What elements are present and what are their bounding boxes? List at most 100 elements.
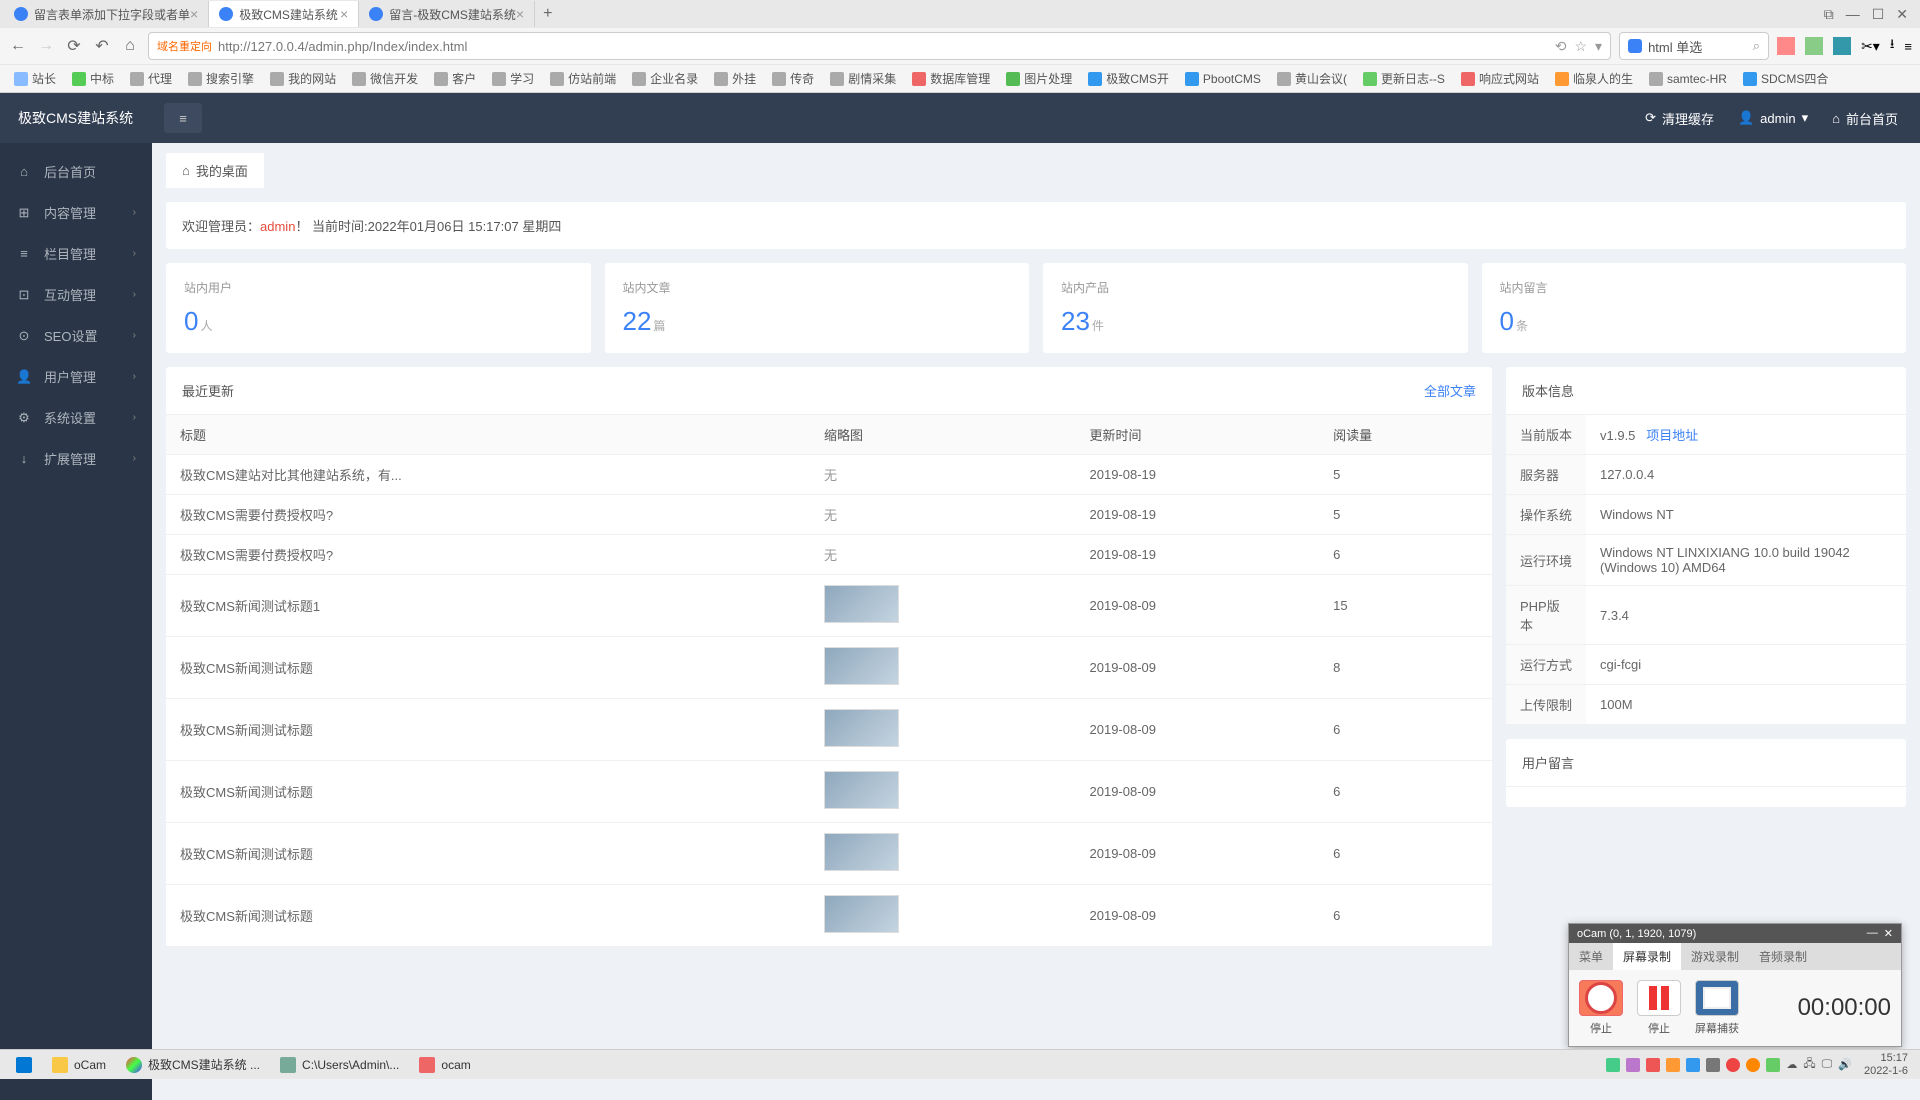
- bookmark-item[interactable]: 站长: [8, 70, 62, 87]
- tray-icon[interactable]: [1766, 1058, 1780, 1072]
- taskbar-item[interactable]: C:\Users\Admin\...: [270, 1052, 409, 1078]
- bookmark-item[interactable]: SDCMS四合: [1737, 70, 1834, 87]
- menu-icon[interactable]: ≡: [1904, 39, 1912, 54]
- close-icon[interactable]: ✕: [1884, 927, 1893, 940]
- cut-icon[interactable]: ✂▾: [1861, 38, 1880, 55]
- sidebar-item[interactable]: ⊡互动管理›: [0, 274, 152, 315]
- close-icon[interactable]: ×: [190, 6, 198, 22]
- table-row[interactable]: 极致CMS新闻测试标题2019-08-098: [166, 637, 1492, 699]
- back-button[interactable]: ←: [8, 37, 28, 55]
- bookmark-item[interactable]: 传奇: [766, 70, 820, 87]
- sidebar-item[interactable]: ⚙系统设置›: [0, 397, 152, 438]
- ocam-tab[interactable]: 菜单: [1569, 943, 1613, 970]
- minimize-icon[interactable]: —: [1867, 927, 1878, 940]
- tray-icon[interactable]: [1666, 1058, 1680, 1072]
- chevron-down-icon[interactable]: ▾: [1595, 38, 1602, 55]
- tray-icon[interactable]: [1726, 1058, 1740, 1072]
- bookmark-item[interactable]: 外挂: [708, 70, 762, 87]
- bookmark-item[interactable]: 临泉人的生: [1549, 70, 1639, 87]
- table-row[interactable]: 极致CMS新闻测试标题2019-08-096: [166, 761, 1492, 823]
- table-row[interactable]: 极致CMS新闻测试标题2019-08-096: [166, 699, 1492, 761]
- bookmark-item[interactable]: 中标: [66, 70, 120, 87]
- sidebar-item[interactable]: ⌂后台首页: [0, 151, 152, 192]
- bookmark-item[interactable]: 客户: [428, 70, 482, 87]
- star-icon[interactable]: ☆: [1574, 38, 1587, 55]
- bookmark-item[interactable]: 搜索引擎: [182, 70, 260, 87]
- new-tab-button[interactable]: +: [535, 5, 560, 23]
- translate-icon[interactable]: ⟲: [1555, 38, 1567, 55]
- home-button[interactable]: ⌂: [120, 37, 140, 55]
- admin-menu[interactable]: 👤admin▾: [1738, 110, 1808, 126]
- ocam-titlebar[interactable]: oCam (0, 1, 1920, 1079) —✕: [1569, 924, 1901, 943]
- sidebar-item[interactable]: 👤用户管理›: [0, 356, 152, 397]
- start-button[interactable]: [6, 1052, 42, 1078]
- page-tab-desktop[interactable]: ⌂我的桌面: [166, 153, 264, 188]
- network-icon[interactable]: 🖧: [1803, 1055, 1815, 1074]
- browser-tab[interactable]: 留言-极致CMS建站系统×: [359, 1, 535, 27]
- table-row[interactable]: 极致CMS需要付费授权吗?无2019-08-196: [166, 535, 1492, 575]
- tray-icon[interactable]: [1606, 1058, 1620, 1072]
- ocam-tab[interactable]: 音频录制: [1749, 943, 1817, 970]
- bookmark-item[interactable]: 微信开发: [346, 70, 424, 87]
- bookmark-item[interactable]: 剧情采集: [824, 70, 902, 87]
- ocam-pause-button[interactable]: 停止: [1637, 980, 1681, 1036]
- bookmark-item[interactable]: 响应式网站: [1455, 70, 1545, 87]
- table-row[interactable]: 极致CMS需要付费授权吗?无2019-08-195: [166, 495, 1492, 535]
- front-link[interactable]: ⌂前台首页: [1832, 109, 1898, 128]
- clock[interactable]: 15:17 2022-1-6: [1858, 1052, 1914, 1076]
- cloud-icon[interactable]: ☁: [1786, 1058, 1797, 1071]
- bookmark-item[interactable]: 代理: [124, 70, 178, 87]
- project-link[interactable]: 项目地址: [1646, 428, 1698, 443]
- battery-icon[interactable]: 🖵: [1822, 1058, 1833, 1071]
- url-bar[interactable]: 域名重定向 http://127.0.0.4/admin.php/Index/i…: [148, 32, 1611, 60]
- bookmark-item[interactable]: 我的网站: [264, 70, 342, 87]
- maximize-icon[interactable]: ☐: [1872, 6, 1885, 23]
- download-icon[interactable]: ⭳: [1890, 35, 1895, 57]
- bookmark-item[interactable]: 仿站前端: [544, 70, 622, 87]
- tray-icon[interactable]: [1686, 1058, 1700, 1072]
- bookmark-item[interactable]: PbootCMS: [1179, 72, 1267, 86]
- undo-button[interactable]: ↶: [92, 36, 112, 56]
- ocam-tab[interactable]: 游戏录制: [1681, 943, 1749, 970]
- bookmark-item[interactable]: samtec-HR: [1643, 72, 1733, 86]
- tray-icon[interactable]: [1706, 1058, 1720, 1072]
- forward-button[interactable]: →: [36, 37, 56, 55]
- clear-cache-button[interactable]: ⟳清理缓存: [1645, 109, 1714, 128]
- bookmark-item[interactable]: 图片处理: [1000, 70, 1078, 87]
- extension-icon[interactable]: [1833, 37, 1851, 55]
- bookmark-item[interactable]: 更新日志--S: [1357, 70, 1451, 87]
- table-row[interactable]: 极致CMS建站对比其他建站系统，有...无2019-08-195: [166, 455, 1492, 495]
- bookmark-item[interactable]: 企业名录: [626, 70, 704, 87]
- volume-icon[interactable]: 🔊: [1838, 1058, 1852, 1071]
- taskbar-item[interactable]: 极致CMS建站系统 ...: [116, 1052, 270, 1078]
- all-articles-link[interactable]: 全部文章: [1424, 381, 1476, 400]
- tray-icon[interactable]: [1746, 1058, 1760, 1072]
- tray-icon[interactable]: [1626, 1058, 1640, 1072]
- browser-tab[interactable]: 极致CMS建站系统×: [209, 1, 359, 27]
- bookmark-item[interactable]: 极致CMS开: [1082, 70, 1175, 87]
- table-row[interactable]: 极致CMS新闻测试标题2019-08-096: [166, 823, 1492, 885]
- table-row[interactable]: 极致CMS新闻测试标题2019-08-096: [166, 885, 1492, 947]
- taskbar-item[interactable]: ocam: [409, 1052, 480, 1078]
- window-mode-icon[interactable]: ⧉: [1824, 6, 1834, 23]
- table-row[interactable]: 极致CMS新闻测试标题12019-08-0915: [166, 575, 1492, 637]
- taskbar-item[interactable]: oCam: [42, 1052, 116, 1078]
- bookmark-item[interactable]: 黄山会议(: [1271, 70, 1353, 87]
- sidebar-item[interactable]: ⊞内容管理›: [0, 192, 152, 233]
- sidebar-item[interactable]: ⊙SEO设置›: [0, 315, 152, 356]
- close-icon[interactable]: ×: [340, 6, 348, 22]
- ocam-capture-button[interactable]: 屏幕捕获: [1695, 980, 1739, 1036]
- browser-tab[interactable]: 留言表单添加下拉字段或者单×: [4, 1, 209, 27]
- bookmark-item[interactable]: 学习: [486, 70, 540, 87]
- menu-toggle-button[interactable]: ≡: [164, 103, 202, 133]
- sidebar-item[interactable]: ↓扩展管理›: [0, 438, 152, 479]
- refresh-button[interactable]: ⟳: [64, 36, 84, 56]
- search-icon[interactable]: ⌕: [1753, 38, 1760, 54]
- close-window-icon[interactable]: ✕: [1896, 6, 1908, 23]
- tray-icon[interactable]: [1646, 1058, 1660, 1072]
- close-icon[interactable]: ×: [516, 6, 524, 22]
- minimize-icon[interactable]: —: [1846, 6, 1860, 23]
- bookmark-item[interactable]: 数据库管理: [906, 70, 996, 87]
- search-box[interactable]: html 单选 ⌕: [1619, 32, 1769, 60]
- ocam-window[interactable]: oCam (0, 1, 1920, 1079) —✕ 菜单屏幕录制游戏录制音频录…: [1568, 923, 1902, 1047]
